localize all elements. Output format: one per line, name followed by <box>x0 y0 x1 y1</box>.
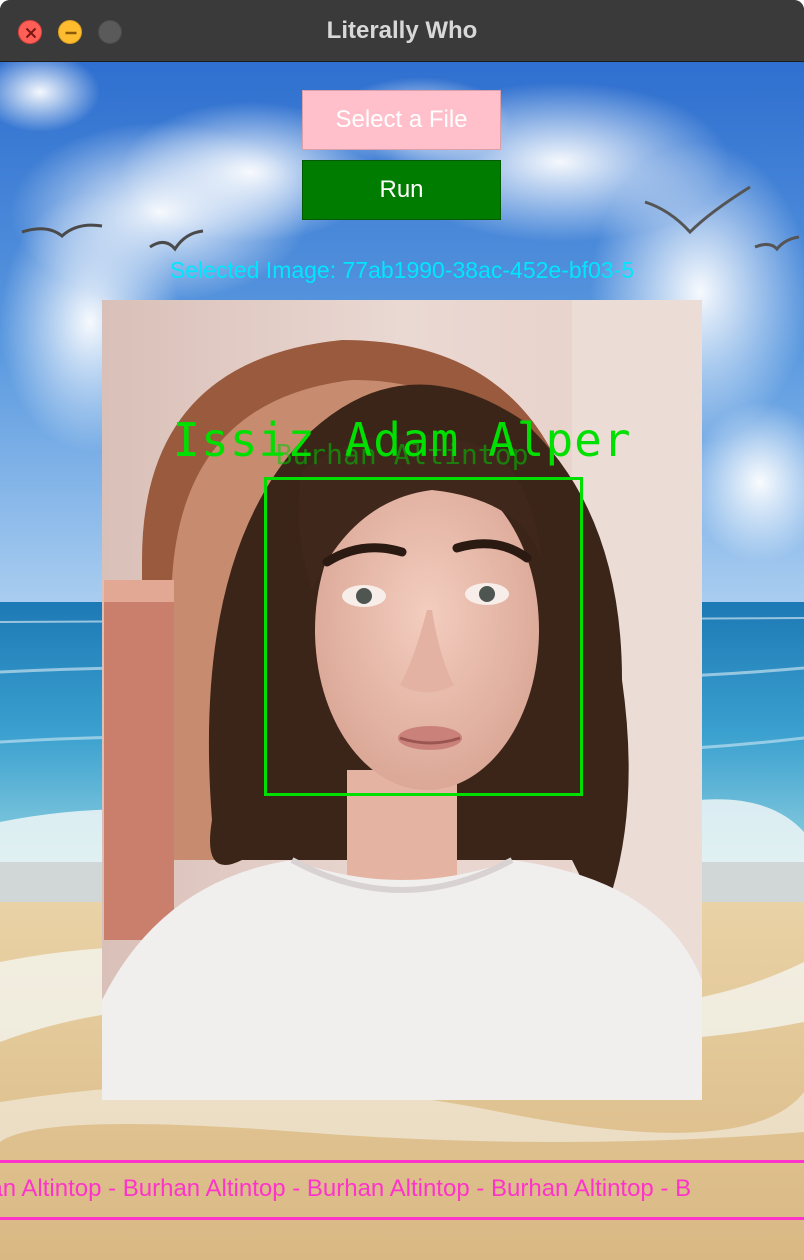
main-content: Select a File Run Selected Image: 77ab19… <box>0 62 804 1260</box>
marquee-text: han Altintop - Burhan Altintop - Burhan … <box>0 1175 692 1202</box>
face-bounding-box <box>264 477 583 796</box>
title-bar: Literally Who <box>0 0 804 62</box>
window-title: Literally Who <box>326 17 478 44</box>
app-window: Literally Who Select a File Run Selected… <box>0 0 804 1260</box>
detection-label-primary: Issiz Adam Alper <box>172 413 632 467</box>
selected-image-label: Selected Image: 77ab1990-38ac-452e-bf03-… <box>169 257 635 283</box>
result-image: Burhan Altintop Issiz Adam Alper <box>102 300 702 1100</box>
select-file-button[interactable]: Select a File <box>302 90 501 150</box>
name-marquee: han Altintop - Burhan Altintop - Burhan … <box>0 1160 804 1220</box>
run-button[interactable]: Run <box>302 160 501 220</box>
